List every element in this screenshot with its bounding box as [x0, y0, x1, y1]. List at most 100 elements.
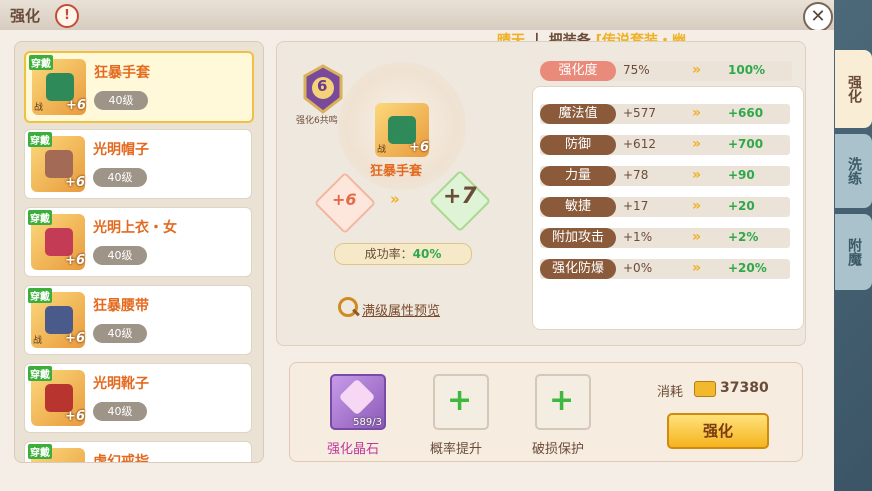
enhance-button[interactable]: 强化: [667, 413, 769, 449]
item-level: 40级: [93, 168, 147, 187]
from-level: +6: [332, 190, 357, 209]
stat-label: 附加攻击: [540, 228, 616, 248]
gem-count: 589/3: [353, 417, 382, 428]
success-rate-value: 40%: [412, 247, 442, 261]
tab-enhance[interactable]: 强化: [835, 50, 872, 128]
glove-icon: [46, 73, 74, 101]
close-button[interactable]: ✕: [803, 2, 833, 32]
damage-protect-slot[interactable]: +: [535, 374, 591, 430]
stat-next: +90: [728, 168, 755, 182]
stat-current: +1%: [623, 230, 653, 244]
coin-icon: [694, 381, 716, 397]
arrow-icon: »: [692, 260, 701, 276]
max-preview-link[interactable]: 满级属性预览: [362, 300, 440, 319]
success-rate-label: 成功率：: [364, 247, 413, 261]
plus-tag: +6: [65, 331, 85, 346]
stat-label: 敏捷: [540, 197, 616, 217]
help-icon[interactable]: !: [55, 4, 79, 28]
item-level: 40级: [94, 91, 148, 110]
stat-label: 力量: [540, 166, 616, 186]
gem-icon: [338, 378, 376, 416]
plus-tag: +6: [65, 175, 85, 190]
stat-row: 防御 +612 » +700: [540, 135, 790, 155]
success-rate: 成功率：40%: [334, 243, 472, 265]
side-tag: 战: [377, 145, 387, 155]
equipment-icon: 穿戴 +6: [28, 366, 85, 426]
belt-icon: [45, 306, 73, 334]
badge-label: 强化6共鸣: [296, 116, 338, 126]
equip-tag: 穿戴: [28, 288, 52, 303]
title-bar: 强化 ! ✕: [0, 0, 834, 32]
list-item[interactable]: 穿戴 +6 光明帽子 40级: [24, 129, 252, 199]
equipment-icon: 穿戴: [28, 444, 85, 463]
window-title: 强化: [10, 7, 41, 25]
to-level: +7: [443, 184, 477, 209]
damage-protect-label: 破损保护: [532, 442, 585, 457]
stat-current: +78: [623, 168, 649, 182]
tab-label: 强化: [846, 75, 862, 103]
item-level: 40级: [93, 402, 147, 421]
equip-tag: 穿戴: [29, 55, 53, 70]
item-level: 40级: [93, 324, 147, 343]
stat-row: 附加攻击 +1% » +2%: [540, 228, 790, 248]
arrow-icon: »: [692, 105, 701, 121]
cost-label: 消耗: [657, 385, 684, 400]
selected-item-icon: +6 战: [375, 103, 429, 157]
item-name: 虚幻戒指: [93, 454, 149, 463]
stat-row: 敏捷 +17 » +20: [540, 197, 790, 217]
arrow-icon: »: [692, 198, 701, 214]
item-name: 狂暴腰带: [93, 298, 149, 314]
stat-next: +2%: [728, 230, 759, 244]
badge-number: 6: [317, 77, 328, 95]
rate-boost-slot[interactable]: +: [433, 374, 489, 430]
enhance-degree-label: 强化度: [540, 61, 616, 81]
stat-next: +20%: [728, 261, 767, 275]
item-name: 光明帽子: [93, 142, 149, 158]
plus-icon: +: [549, 383, 575, 418]
list-item[interactable]: 穿戴 +6 光明上衣・女 40级: [24, 207, 252, 277]
stat-row: 强化防爆 +0% » +20%: [540, 259, 790, 279]
side-tag: 战: [33, 336, 43, 346]
equipment-icon: 穿戴 +6: [28, 210, 85, 270]
stat-current: +577: [623, 106, 656, 120]
stat-current: +17: [623, 199, 649, 213]
cost-value: 37380: [720, 380, 769, 396]
arrow-icon: »: [692, 167, 701, 183]
stat-current: +0%: [623, 261, 653, 275]
tab-label: 附魔: [846, 238, 862, 266]
rate-boost-label: 概率提升: [430, 442, 483, 457]
arrow-icon: »: [390, 190, 400, 208]
plus-icon: +: [447, 383, 473, 418]
list-item[interactable]: 穿戴 +6 战 狂暴手套 40级: [24, 51, 254, 123]
list-item[interactable]: 穿戴 虚幻戒指: [24, 441, 252, 463]
enhance-degree-current: 75%: [623, 63, 650, 77]
plus-tag: +6: [65, 253, 85, 268]
list-item[interactable]: 穿戴 +6 战 狂暴腰带 40级: [24, 285, 252, 355]
item-name: 光明上衣・女: [93, 220, 177, 236]
equip-tag: 穿戴: [28, 132, 52, 147]
equipment-list[interactable]: 穿戴 +6 战 狂暴手套 40级 穿戴 +6 光明帽子 40级 穿戴 +6 光明…: [14, 41, 264, 463]
ring-icon: [45, 462, 73, 463]
equipment-icon: 穿戴 +6 战: [29, 55, 86, 115]
enhance-stone-slot[interactable]: 589/3: [330, 374, 386, 430]
stat-next: +660: [728, 106, 764, 120]
stat-row: 力量 +78 » +90: [540, 166, 790, 186]
plus-tag: +6: [409, 140, 429, 155]
item-level: 40级: [93, 246, 147, 265]
stat-next: +20: [728, 199, 755, 213]
stat-row: 魔法值 +577 » +660: [540, 104, 790, 124]
stat-next: +700: [728, 137, 764, 151]
tab-enchant[interactable]: 附魔: [835, 214, 872, 290]
enhance-degree-row: 强化度 75% » 100%: [540, 61, 792, 81]
boots-icon: [45, 384, 73, 412]
stat-label: 强化防爆: [540, 259, 616, 279]
equip-tag: 穿戴: [28, 210, 52, 225]
item-name: 狂暴手套: [94, 65, 150, 81]
tab-refine[interactable]: 洗练: [835, 134, 872, 208]
enhance-stone-label: 强化晶石: [327, 442, 380, 457]
stat-label: 魔法值: [540, 104, 616, 124]
stat-label: 防御: [540, 135, 616, 155]
equipment-icon: 穿戴 +6 战: [28, 288, 85, 348]
plus-tag: +6: [66, 98, 86, 113]
list-item[interactable]: 穿戴 +6 光明靴子 40级: [24, 363, 252, 433]
